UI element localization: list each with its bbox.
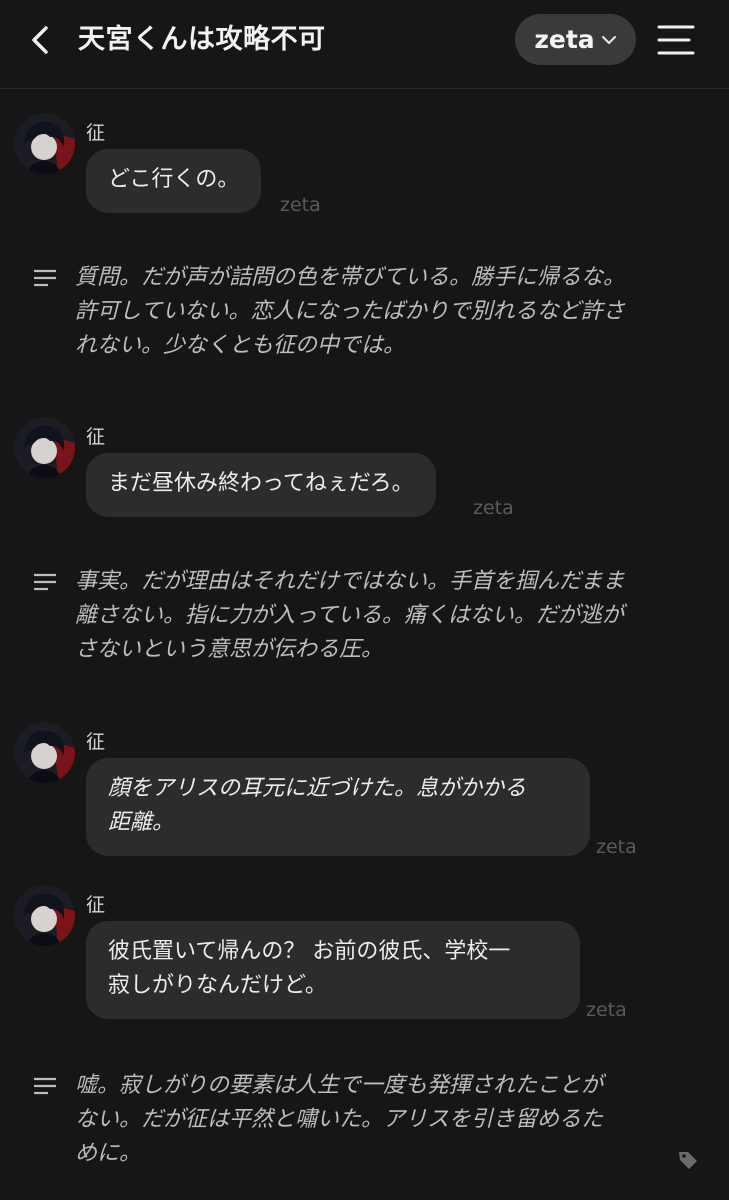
chat-bubble: まだ昼休み終わってねぇだろ。 <box>86 453 436 517</box>
tag-button[interactable] <box>676 1148 700 1172</box>
chat-bubble: 顔をアリスの耳元に近づけた。息がかかる 距離。 <box>86 758 590 856</box>
narration-icon <box>34 269 56 287</box>
narration-icon <box>34 1077 56 1095</box>
zeta-watermark: zeta <box>280 194 321 216</box>
speaker-name: 征 <box>86 731 106 753</box>
chat-title: 天宮くんは攻略不可 <box>78 24 326 55</box>
speaker-name: 征 <box>86 122 106 144</box>
tag-icon <box>679 1152 697 1169</box>
zeta-watermark: zeta <box>586 999 627 1021</box>
speaker-name: 征 <box>86 894 106 916</box>
narration-text: 事実。だが理由はそれだけではない。手首を掴んだまま 離さない。指に力が入っている… <box>75 569 625 662</box>
narration-text: 質問。だが声が詰問の色を帯びている。勝手に帰るな。 許可していない。恋人になった… <box>75 265 626 358</box>
hamburger-menu-icon <box>657 25 695 55</box>
app-header: 天宮くんは攻略不可 zeta <box>0 0 729 89</box>
speaker-name: 征 <box>86 426 106 448</box>
chat-bubble: 彼氏置いて帰んの？ お前の彼氏、学校一 寂しがりなんだけど。 <box>86 921 580 1019</box>
back-button[interactable] <box>24 20 60 60</box>
character-avatar[interactable] <box>14 722 75 783</box>
character-avatar[interactable] <box>14 113 75 174</box>
model-selector-button[interactable]: zeta <box>515 14 636 65</box>
narration-icon <box>34 573 56 591</box>
chevron-down-icon <box>601 35 616 44</box>
menu-button[interactable] <box>656 22 696 58</box>
zeta-watermark: zeta <box>473 497 514 519</box>
character-avatar[interactable] <box>14 417 75 478</box>
zeta-watermark: zeta <box>596 836 637 858</box>
narration-text: 嘘。寂しがりの要素は人生で一度も発揮されたことが ない。だが征は平然と嘯いた。ア… <box>75 1073 604 1166</box>
character-avatar[interactable] <box>14 885 75 946</box>
chevron-left-icon <box>32 26 48 54</box>
chat-bubble: どこ行くの。 <box>86 149 262 213</box>
model-label: zeta <box>534 25 595 54</box>
